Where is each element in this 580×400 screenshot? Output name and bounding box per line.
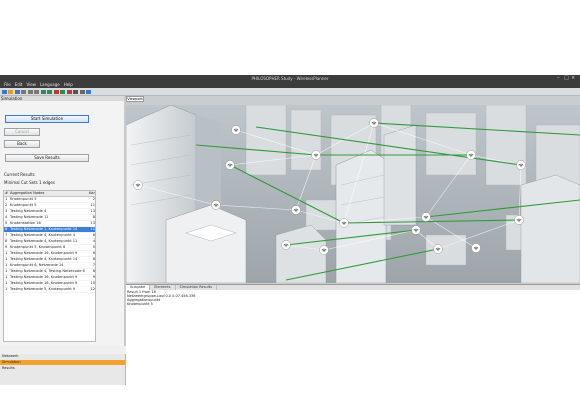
row-index: 1	[5, 269, 8, 273]
toolbar	[0, 88, 580, 96]
col-count-header[interactable]: Kar	[89, 191, 95, 196]
row-index: 1	[5, 251, 8, 255]
row-count: 8	[92, 215, 95, 219]
row-nodes: Knotenstation 16	[10, 221, 41, 225]
help-icon[interactable]	[86, 89, 91, 94]
paste-icon[interactable]	[34, 89, 39, 94]
row-nodes: Testing Netzecode 16, Knotenpunkt 9	[10, 281, 78, 285]
row-count: 6	[92, 251, 95, 255]
back-button[interactable]: Back	[4, 140, 40, 148]
window-title: PHILOSOPHER Study - WirelessPlanner	[251, 76, 329, 81]
output-log: Result 1 from 16 Netzwerkgruppe.Lauf.0.0…	[126, 290, 580, 385]
copy-icon[interactable]	[27, 89, 33, 94]
save-results-button[interactable]: Save Results	[5, 154, 89, 162]
new-icon[interactable]	[1, 89, 7, 94]
settings-icon[interactable]	[73, 89, 78, 94]
row-index: 1	[5, 257, 8, 261]
row-nodes: Knotenpunkt 5	[10, 203, 37, 207]
row-nodes: Testing Netzecode 4, Knotenpunkt 4	[10, 233, 76, 237]
row-index: 5	[5, 221, 8, 225]
row-index: 8	[5, 239, 8, 243]
row-nodes: Testing Netzecode 11	[10, 215, 49, 219]
row-count: 6	[92, 233, 95, 237]
log-line: Knotenpunkt 5	[127, 302, 153, 306]
3d-viewport[interactable]: Viewport	[126, 96, 580, 284]
row-index: 1	[5, 287, 8, 291]
viewport-tab[interactable]: Viewport	[126, 96, 144, 102]
zoom-icon[interactable]	[53, 89, 59, 94]
row-count: 5	[92, 245, 95, 249]
row-count: 7	[92, 263, 95, 267]
row-index: 1	[5, 263, 8, 267]
title-bar: PHILOSOPHER Study - WirelessPlanner – □ …	[0, 75, 580, 82]
current-results-label: Current Results	[4, 172, 35, 177]
row-count: 4	[92, 239, 95, 243]
navigation-panel: Netzwerk Simulation Results	[0, 354, 126, 385]
table-row[interactable]: 1 Testing Netzecode 5, Knotenpunkt 9 12	[4, 287, 95, 293]
row-index: 9	[5, 245, 8, 249]
row-index: 1	[5, 275, 8, 279]
city-network-scene[interactable]	[126, 105, 580, 283]
row-nodes: Testing Netzecode 4, Knotenpunkt 14	[10, 257, 78, 261]
row-nodes: Testing Netzecode 4, Knotenpunkt 11	[10, 239, 78, 243]
minimize-button[interactable]: –	[557, 75, 560, 82]
row-nodes: Testing Netzecode 16, Knotenpunkt 9	[10, 275, 78, 279]
row-count: 9	[92, 275, 95, 279]
nav-item-results[interactable]: Results	[0, 366, 125, 371]
row-nodes: Knotenpunkt 6, Netzecode 14	[10, 263, 64, 267]
redo-icon[interactable]	[47, 89, 52, 94]
col-nodes-header[interactable]: Aggregation Nodes	[10, 191, 88, 196]
row-count: 8	[92, 257, 95, 261]
row-index: 3	[5, 209, 8, 213]
row-index: 1	[5, 281, 8, 285]
col-index-header[interactable]: #	[5, 191, 9, 196]
row-index: 7	[5, 233, 8, 237]
cancel-button[interactable]: Cancel	[4, 128, 40, 136]
open-icon[interactable]	[8, 89, 13, 94]
play-icon[interactable]	[60, 89, 65, 94]
row-nodes: Testing Netzecode 4	[10, 209, 47, 213]
save-icon[interactable]	[14, 89, 20, 94]
grid-icon[interactable]	[79, 89, 85, 94]
panel-header: Simulation	[0, 96, 124, 101]
row-index: 6	[5, 227, 8, 231]
start-simulation-button[interactable]: Start Simulation	[5, 115, 89, 123]
row-nodes: Testing Netzecode 1, Knotenpunkt 14	[10, 227, 78, 231]
row-count: 11	[90, 227, 95, 231]
stop-icon[interactable]	[66, 89, 72, 94]
nav-item-simulation[interactable]: Simulation	[0, 360, 125, 365]
results-summary: Minimal Cut Sets 1 edges	[4, 180, 55, 185]
row-count: 12	[90, 287, 95, 291]
row-index: 2	[5, 203, 8, 207]
row-nodes: Knotenpunkt 5, Knotenpunkt 6	[10, 245, 66, 249]
row-nodes: Knotenpunkt 5	[10, 197, 37, 201]
close-button[interactable]: ×	[571, 75, 575, 82]
row-nodes: Testing Netzecode 4, Testing Netzecode 6	[10, 269, 85, 273]
row-count: 13	[90, 209, 95, 213]
row-count: 11	[90, 203, 95, 207]
row-nodes: Testing Netzecode 5, Knotenpunkt 9	[10, 287, 76, 291]
row-count: 8	[92, 269, 95, 273]
row-index: 4	[5, 215, 8, 219]
row-count: 10	[90, 281, 95, 285]
maximize-button[interactable]: □	[564, 75, 569, 82]
row-count: 2	[92, 197, 95, 201]
cut-icon[interactable]	[21, 89, 26, 94]
nav-item-network[interactable]: Netzwerk	[0, 354, 125, 359]
results-table[interactable]: # Aggregation Nodes Kar 1 Knotenpunkt 522…	[3, 190, 96, 342]
undo-icon[interactable]	[40, 89, 46, 94]
row-count: 13	[90, 221, 95, 225]
row-index: 1	[5, 197, 8, 201]
row-nodes: Testing Netzecode 16, Knotenpunkt 9	[10, 251, 78, 255]
